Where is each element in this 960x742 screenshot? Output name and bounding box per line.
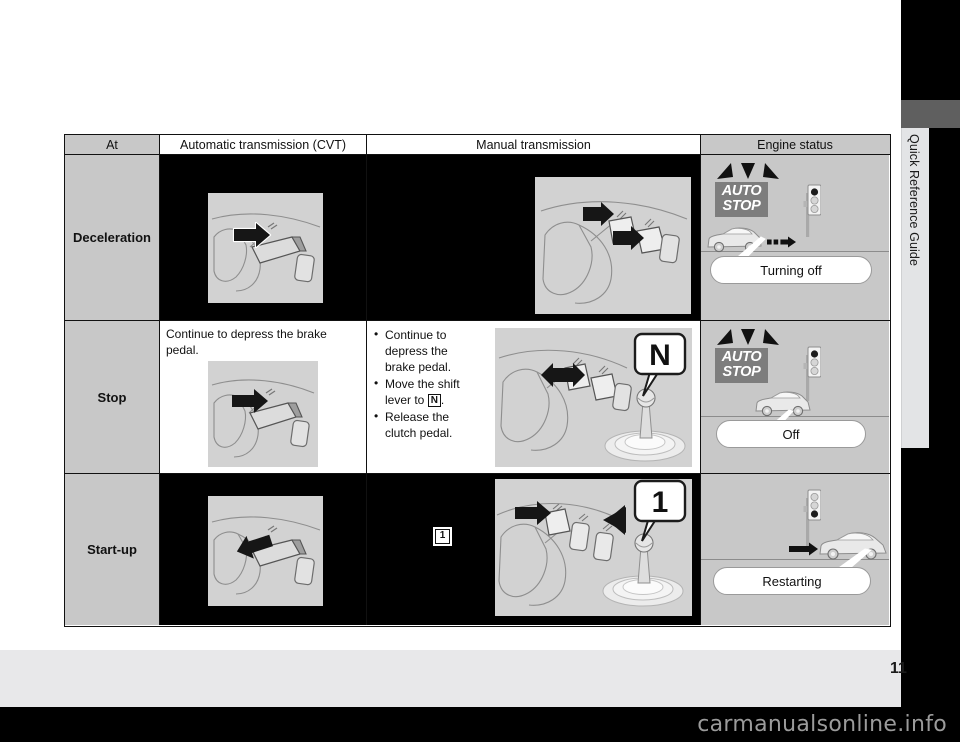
mt-instruction-stop: Continue to depress the brake pedal. Mov… <box>367 321 701 473</box>
svg-text:1: 1 <box>652 486 669 519</box>
mt-bullet-list: Continue to depress the brake pedal. Mov… <box>367 321 472 442</box>
pedal-illustration <box>535 177 691 314</box>
table-row: Start-up 1 1 Restarting <box>65 474 890 625</box>
motion-arrow-dashed-icon <box>767 236 796 248</box>
pedal-illustration <box>208 193 323 303</box>
column-header-mt: Manual transmission <box>367 135 701 154</box>
auto-stop-rays-icon <box>717 329 779 345</box>
auto-stop-indicator: AUTO STOP <box>715 348 768 383</box>
clutch-brake-pedal-diagram <box>540 201 688 304</box>
watermark: carmanualsonline.info <box>0 707 960 742</box>
cvt-instruction-text: Continue to depress the brake pedal. <box>166 327 327 357</box>
auto-stop-indicator: AUTO STOP <box>715 182 768 217</box>
list-item: Release the clutch pedal. <box>374 409 467 442</box>
cvt-illustration-start-up <box>160 474 367 625</box>
auto-stop-rays-icon <box>717 163 779 179</box>
cvt-illustration-deceleration <box>160 155 367 320</box>
clutch-press-shift-first-diagram: 1 <box>496 479 687 607</box>
row-label-deceleration: Deceleration <box>65 155 160 320</box>
page-number: 11 <box>890 660 907 677</box>
shift-lever-illustration <box>602 533 684 607</box>
row-label-start-up: Start-up <box>65 474 160 625</box>
section-tab-cap <box>901 100 960 128</box>
page-sheet: At Automatic transmission (CVT) Manual t… <box>0 0 907 707</box>
brake-pedal-release-diagram <box>211 516 321 595</box>
auto-stop-line2: STOP <box>722 364 761 380</box>
engine-status-callout: Restarting <box>713 567 871 595</box>
auto-stop-line1: AUTO <box>721 349 762 365</box>
column-header-engine: Engine status <box>701 135 889 154</box>
auto-stop-line1: AUTO <box>721 183 762 199</box>
pedal-shift-illustration: N <box>495 328 692 467</box>
traffic-light-red <box>803 184 821 237</box>
brake-pedal-diagram <box>211 213 321 292</box>
pedal-illustration <box>208 496 323 606</box>
table-header-row: At Automatic transmission (CVT) Manual t… <box>65 135 890 155</box>
cvt-instruction-stop: Continue to depress the brake pedal. <box>160 321 367 473</box>
clutch-release-shift-diagram: N <box>498 332 687 462</box>
table-row: Stop Continue to depress the brake pedal… <box>65 321 890 474</box>
mt-illustration-deceleration <box>367 155 701 320</box>
engine-status-callout: Off <box>716 420 866 448</box>
engine-status-start-up: Restarting <box>701 474 889 625</box>
row-label-stop: Stop <box>65 321 160 473</box>
auto-stop-line2: STOP <box>722 198 761 214</box>
column-header-at: At <box>65 135 160 154</box>
engine-status-deceleration: AUTO STOP Turning off <box>701 155 889 320</box>
brake-pedal-diagram <box>211 379 315 458</box>
list-item: Move the shift lever to N. <box>374 376 467 409</box>
motion-arrow-solid-icon <box>789 542 818 556</box>
shift-position-callout-n: N <box>633 332 687 397</box>
pedal-illustration <box>208 361 318 467</box>
section-tab-label: Quick Reference Guide <box>907 134 921 267</box>
list-item: Continue to depress the brake pedal. <box>374 327 467 376</box>
reference-marker-1: 1 <box>435 529 450 544</box>
shift-position-n-symbol: N <box>427 393 441 407</box>
mt-illustration-start-up: 1 1 <box>367 474 701 625</box>
shift-position-callout-1: 1 <box>633 479 687 542</box>
engine-status-stop: AUTO STOP Off <box>701 321 889 473</box>
engine-status-callout: Turning off <box>710 256 872 284</box>
table-row: Deceleration AUTO STOP Turning off <box>65 155 890 321</box>
svg-text:N: N <box>649 339 671 372</box>
pedal-shift-illustration: 1 <box>495 479 692 616</box>
start-stop-procedure-table: At Automatic transmission (CVT) Manual t… <box>64 134 891 627</box>
column-header-cvt: Automatic transmission (CVT) <box>160 135 367 154</box>
